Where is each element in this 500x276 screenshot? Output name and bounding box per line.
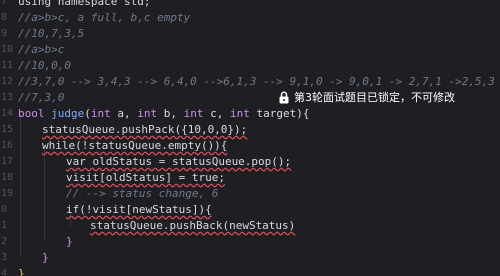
line-number: 16 — [1, 140, 14, 151]
code-line-text: var oldStatus = statusQueue.pop(); — [66, 155, 292, 168]
code-line-text: while(!statusQueue.empty()){ — [42, 139, 228, 152]
line-number: 12 — [1, 76, 14, 87]
code-line-text: visit[oldStatus] = true; — [66, 171, 225, 184]
line-number: 9 — [1, 28, 8, 39]
line-number: 18 — [1, 172, 14, 183]
line-number: 15 — [1, 124, 14, 135]
line-number: 14 — [1, 108, 14, 119]
code-line-comment: //a>b>c, a full, b,c empty — [18, 11, 191, 24]
code-line-comment: //10,7,3,5 — [18, 27, 85, 40]
line-number: 13 — [1, 92, 14, 103]
code-line: statusQueue.pushBack(newStatus) — [90, 218, 295, 234]
line-number: 10 — [1, 44, 14, 55]
code-line-text: statusQueue.pushBack(newStatus) — [90, 219, 296, 232]
line-number-gutter: 7 8 9 10 11 12 13 14 15 16 17 18 19 0 1 … — [0, 0, 14, 276]
code-line: using namespace std; — [18, 0, 151, 8]
code-line: if(!visit[newStatus]){ — [66, 202, 212, 218]
code-line-comment: //7,3,0 — [18, 91, 65, 104]
code-line: statusQueue.pushPack({10,0,0}); — [42, 122, 247, 138]
code-line-text: if(!visit[newStatus]){ — [66, 203, 212, 216]
code-line-comment: //10,0,0 — [18, 59, 71, 72]
indent-guide — [44, 148, 45, 240]
line-number: 3 — [1, 252, 8, 263]
line-number: 17 — [1, 156, 14, 167]
code-line-function-signature: bool judge(int a, int b, int c, int targ… — [18, 107, 310, 120]
lock-notice-text: 第3轮面试题目已锁定，不可修改 — [294, 91, 455, 104]
code-line-brace: } — [18, 267, 25, 276]
lock-notice: 第3轮面试题目已锁定，不可修改 — [278, 88, 455, 106]
code-line: while(!statusQueue.empty()){ — [42, 138, 227, 154]
line-number: 8 — [1, 12, 8, 23]
line-number: 11 — [1, 60, 14, 71]
line-number: 7 — [1, 0, 8, 7]
code-area[interactable]: using namespace std; //a>b>c, a full, b,… — [18, 0, 500, 276]
line-number: 19 — [1, 188, 14, 199]
code-line: var oldStatus = statusQueue.pop(); — [66, 154, 291, 170]
line-number: 0 — [1, 204, 8, 215]
code-line-text: statusQueue.pushPack({10,0,0}); — [42, 123, 248, 136]
indent-guide — [20, 116, 21, 256]
code-line-brace: } — [42, 251, 49, 264]
code-line-brace: } — [66, 235, 73, 248]
code-line-comment: //a>b>c — [18, 43, 65, 56]
code-line-comment: // --> status change, 6 — [66, 187, 219, 200]
code-line: visit[oldStatus] = true; — [66, 170, 225, 186]
line-number: 4 — [1, 268, 8, 276]
line-number: 2 — [1, 236, 8, 247]
lock-icon — [278, 91, 290, 104]
code-editor[interactable]: 7 8 9 10 11 12 13 14 15 16 17 18 19 0 1 … — [0, 0, 500, 276]
line-number: 1 — [1, 220, 8, 231]
